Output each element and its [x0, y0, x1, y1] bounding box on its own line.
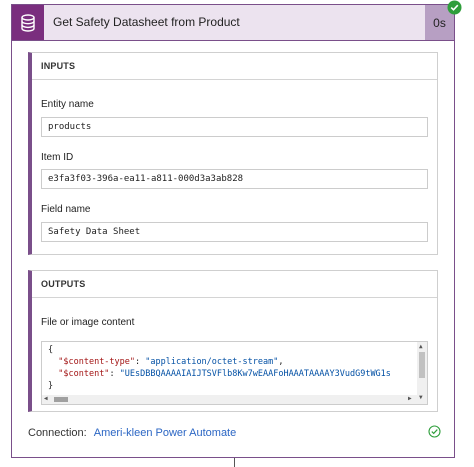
code-open-brace: {	[48, 345, 54, 355]
entity-name-field[interactable]: products	[41, 117, 428, 137]
code-line-content: "$content": "UEsDBBQAAAAIAIJTSVFlb8Kw7wE…	[58, 369, 391, 379]
horizontal-scroll-thumb[interactable]	[54, 397, 68, 402]
entity-name-label: Entity name	[41, 99, 94, 110]
code-line-content-type: "$content-type": "application/octet-stre…	[58, 357, 284, 367]
vertical-scroll-thumb[interactable]	[419, 352, 425, 378]
scroll-right-icon[interactable]: ▶	[408, 396, 412, 402]
outputs-section-title: OUTPUTS	[32, 271, 437, 298]
content-value: "UEsDBBQAAAAIAIJTSVFlb8Kw7wEAAFoHAAATAAA…	[119, 369, 391, 379]
horizontal-scrollbar[interactable]: ◀ ▶	[42, 395, 417, 404]
scroll-down-icon[interactable]: ▼	[419, 395, 423, 401]
inputs-section-title: INPUTS	[32, 53, 437, 80]
connection-link[interactable]: Ameri-kleen Power Automate	[94, 427, 236, 439]
field-name-field[interactable]: Safety Data Sheet	[41, 222, 428, 242]
connection-row: Connection: Ameri-kleen Power Automate	[28, 427, 236, 439]
file-content-code[interactable]: { "$content-type": "application/octet-st…	[41, 341, 428, 405]
action-title: Get Safety Datasheet from Product	[53, 15, 240, 29]
scroll-up-icon[interactable]: ▲	[419, 344, 423, 350]
database-icon	[12, 5, 44, 40]
scroll-left-icon[interactable]: ◀	[44, 396, 48, 402]
connection-label: Connection:	[28, 427, 87, 439]
outputs-section: OUTPUTS File or image content { "$conten…	[28, 270, 438, 412]
inputs-section: INPUTS Entity name products Item ID e3fa…	[28, 52, 438, 255]
code-close-brace: }	[48, 381, 54, 391]
content-type-value: "application/octet-stream"	[145, 357, 279, 367]
vertical-scrollbar[interactable]: ▲ ▼	[417, 342, 427, 404]
flow-connector-line	[234, 458, 235, 467]
file-content-label: File or image content	[41, 317, 135, 328]
content-type-key: "$content-type"	[58, 357, 136, 367]
action-card: Get Safety Datasheet from Product 0s INP…	[11, 4, 455, 458]
content-key: "$content"	[58, 369, 110, 379]
success-circle-icon	[428, 425, 441, 438]
item-id-label: Item ID	[41, 152, 74, 163]
action-header[interactable]: Get Safety Datasheet from Product 0s	[12, 5, 454, 41]
item-id-field[interactable]: e3fa3f03-396a-ea11-a811-000d3a3ab828	[41, 169, 428, 189]
success-check-icon	[447, 0, 462, 15]
field-name-label: Field name	[41, 204, 91, 215]
